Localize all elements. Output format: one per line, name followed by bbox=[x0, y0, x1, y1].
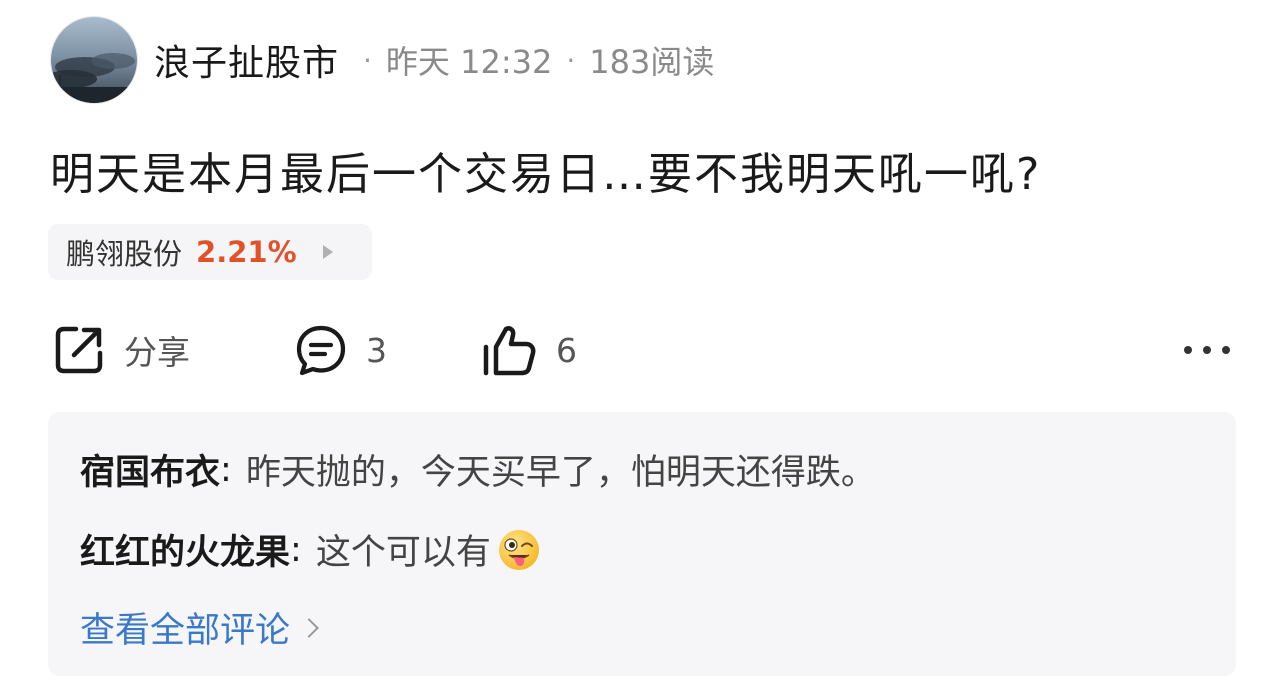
action-bar: 分享 3 6 bbox=[50, 318, 1230, 382]
comment-text: 昨天抛的，今天买早了，怕明天还得跌。 bbox=[245, 453, 876, 493]
play-arrow-icon bbox=[322, 245, 333, 259]
author-name[interactable]: 浪子扯股市 bbox=[154, 34, 339, 86]
like-icon bbox=[483, 326, 536, 376]
winking-tongue-emoji-icon bbox=[498, 529, 539, 570]
share-label: 分享 bbox=[124, 333, 190, 372]
stock-tag[interactable]: 鹏翎股份 2.21% bbox=[48, 224, 372, 280]
comments-panel: 宿国布衣 : 昨天抛的，今天买早了，怕明天还得跌。 红红的火龙果 : 这个可以有… bbox=[48, 412, 1236, 676]
stock-name: 鹏翎股份 bbox=[66, 237, 183, 271]
like-count: 6 bbox=[556, 330, 577, 370]
view-all-label: 查看全部评论 bbox=[80, 611, 291, 651]
more-icon bbox=[1203, 346, 1211, 354]
post-meta: · 昨天 12:32 · 183阅读 bbox=[349, 37, 714, 83]
avatar-image bbox=[51, 17, 137, 103]
meta-separator: · bbox=[363, 43, 372, 77]
comment-item[interactable]: 红红的火龙果 : 这个可以有 bbox=[80, 524, 541, 575]
post-header: 浪子扯股市 · 昨天 12:32 · 183阅读 bbox=[50, 16, 714, 104]
stock-change: 2.21% bbox=[196, 235, 297, 269]
comment-user[interactable]: 红红的火龙果 bbox=[80, 524, 290, 575]
post-time: 昨天 12:32 bbox=[385, 43, 553, 81]
meta-separator: · bbox=[566, 43, 576, 77]
comment-icon bbox=[296, 325, 346, 376]
comment-separator: : bbox=[290, 529, 302, 570]
comment-text: 这个可以有 bbox=[315, 533, 491, 573]
more-button[interactable] bbox=[1184, 336, 1230, 364]
comment-separator: : bbox=[220, 449, 232, 490]
share-icon bbox=[55, 326, 103, 374]
comment-user[interactable]: 宿国布衣 bbox=[80, 444, 220, 495]
avatar[interactable] bbox=[50, 16, 138, 104]
more-icon bbox=[1222, 346, 1230, 354]
post-text[interactable]: 明天是本月最后一个交易日…要不我明天吼一吼? bbox=[50, 138, 1041, 202]
read-count: 183阅读 bbox=[589, 43, 715, 81]
comment-item[interactable]: 宿国布衣 : 昨天抛的，今天买早了，怕明天还得跌。 bbox=[80, 444, 876, 495]
chevron-right-icon bbox=[299, 617, 319, 638]
view-all-comments-link[interactable]: 查看全部评论 bbox=[80, 602, 319, 653]
share-button[interactable]: 分享 bbox=[52, 318, 190, 382]
comment-button[interactable]: 3 bbox=[294, 318, 387, 382]
more-icon bbox=[1184, 346, 1192, 354]
like-button[interactable]: 6 bbox=[480, 318, 577, 382]
comment-count: 3 bbox=[366, 330, 387, 370]
